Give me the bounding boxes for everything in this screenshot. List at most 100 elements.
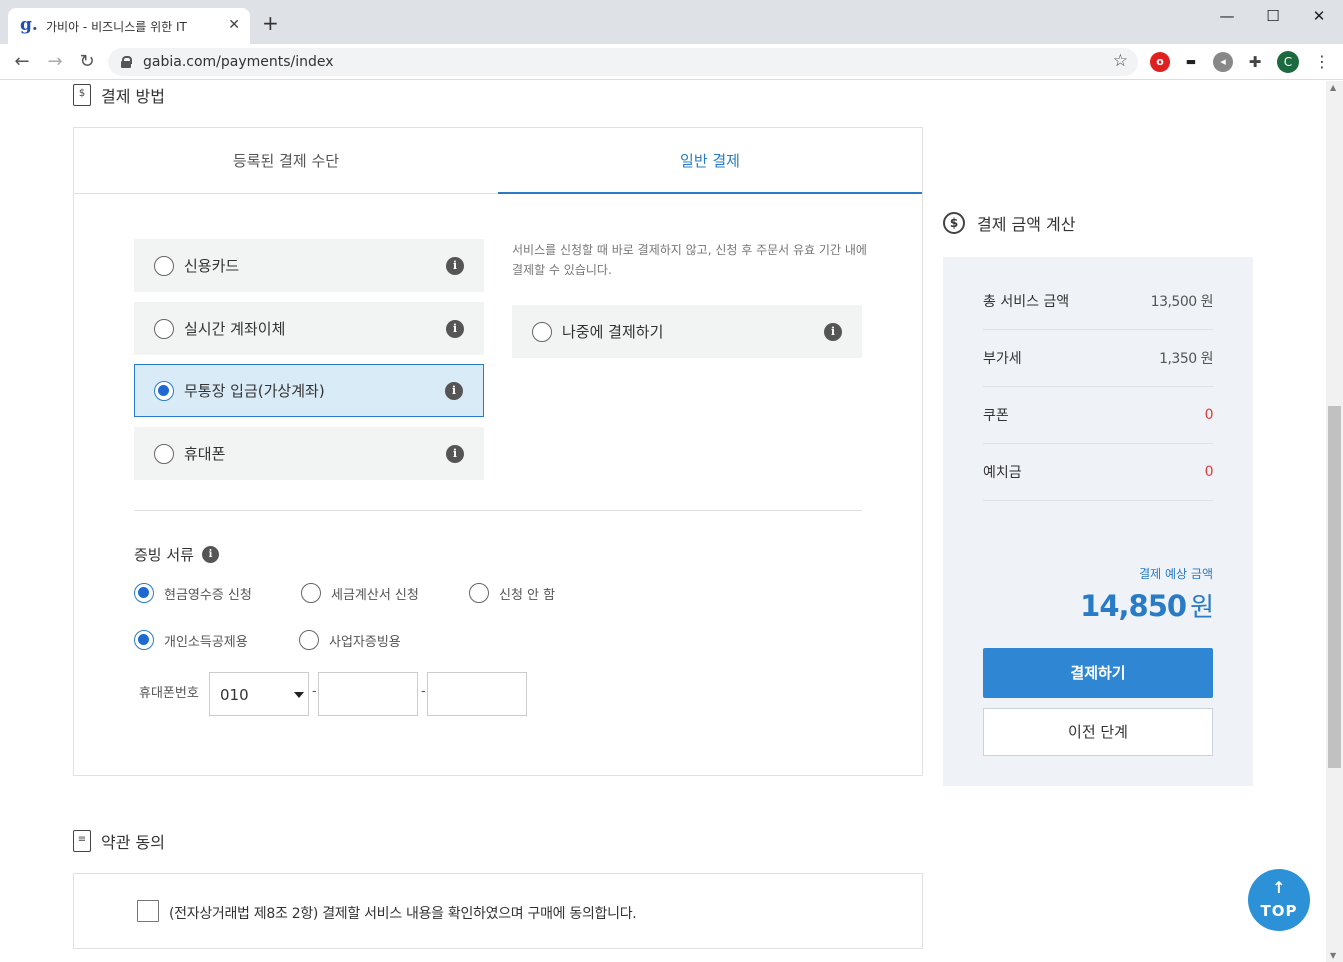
summary-value: 1,350 원	[1159, 351, 1213, 367]
radio-personal-deduction[interactable]	[134, 630, 154, 650]
option-label: 신청 안 함	[499, 587, 556, 603]
back-icon[interactable]: ←	[10, 50, 34, 74]
share-extension-icon[interactable]: ◂	[1213, 52, 1233, 72]
phone-number-label: 휴대폰번호	[139, 686, 199, 701]
tab-close-icon[interactable]: ✕	[228, 17, 240, 33]
summary-row-coupon: 쿠폰 0	[983, 387, 1214, 444]
summary-row-deposit: 예치금 0	[983, 444, 1214, 501]
forward-icon[interactable]: →	[43, 50, 67, 74]
option-personal-deduction[interactable]: 개인소득공제용	[134, 630, 248, 650]
radio-business-proof[interactable]	[299, 630, 319, 650]
summary-value: 0	[1204, 464, 1214, 480]
info-icon[interactable]: i	[824, 323, 842, 341]
radio-tax-invoice[interactable]	[301, 583, 321, 603]
summary-heading: $ 결제 금액 계산	[943, 211, 1076, 235]
lock-icon	[121, 56, 132, 68]
option-cash-receipt[interactable]: 현금영수증 신청	[134, 583, 252, 603]
bookmark-star-icon[interactable]: ☆	[1113, 51, 1128, 71]
agree-checkbox[interactable]	[137, 900, 159, 922]
gabia-favicon-icon: g.	[20, 15, 38, 35]
incognito-extension-icon[interactable]: ▬	[1181, 52, 1201, 72]
summary-label: 예치금	[983, 465, 1022, 481]
method-virtual-account[interactable]: 무통장 입금(가상계좌) i	[134, 364, 484, 417]
method-realtime-transfer[interactable]: 실시간 계좌이체 i	[134, 302, 484, 355]
summary-label: 부가세	[983, 351, 1022, 367]
option-no-request[interactable]: 신청 안 함	[469, 583, 555, 603]
previous-step-button[interactable]: 이전 단계	[983, 708, 1213, 756]
radio-virtual-account[interactable]	[154, 380, 174, 401]
radio-realtime-transfer[interactable]	[154, 318, 174, 339]
phone-dash: -	[312, 684, 317, 699]
browser-tab[interactable]: g. 가비아 - 비즈니스를 위한 IT ✕	[8, 8, 250, 44]
payment-method-panel: 등록된 결제 수단 일반 결제 신용카드 i 실시간 계좌이체 i 무통장 입금…	[73, 127, 923, 776]
agree-text[interactable]: (전자상거래법 제8조 2항) 결제할 서비스 내용을 확인하였으며 구매에 동…	[169, 903, 637, 923]
reload-icon[interactable]: ↻	[75, 50, 99, 74]
pay-button[interactable]: 결제하기	[983, 648, 1213, 698]
document-icon: ≡	[73, 830, 91, 852]
tab-registered-payment[interactable]: 등록된 결제 수단	[74, 128, 498, 194]
summary-value: 13,500 원	[1150, 294, 1214, 310]
radio-pay-later[interactable]	[532, 321, 552, 342]
radio-mobile[interactable]	[154, 443, 174, 464]
evidence-title: 증빙 서류	[134, 546, 194, 564]
evidence-heading: 증빙 서류 i	[134, 544, 219, 565]
minimize-icon[interactable]: —	[1204, 4, 1250, 28]
method-label: 휴대폰	[184, 445, 226, 463]
info-icon[interactable]: i	[201, 546, 219, 563]
payment-method-title: 결제 방법	[101, 87, 165, 106]
payment-tabs: 등록된 결제 수단 일반 결제	[74, 128, 922, 194]
extensions-puzzle-icon[interactable]: ✚	[1245, 52, 1265, 72]
summary-row-vat: 부가세 1,350 원	[983, 330, 1213, 387]
info-icon[interactable]: i	[446, 320, 464, 338]
browser-menu-icon[interactable]: ⋮	[1314, 52, 1330, 71]
phone-prefix-select[interactable]: 010	[209, 672, 309, 716]
payment-method-heading: $ 결제 방법	[73, 83, 165, 107]
method-credit-card[interactable]: 신용카드 i	[134, 239, 484, 292]
info-icon[interactable]: i	[446, 257, 464, 275]
page-scrollbar[interactable]: ▲ ▼	[1326, 81, 1343, 962]
method-mobile[interactable]: 휴대폰 i	[134, 427, 484, 480]
phone-middle-input[interactable]	[318, 672, 418, 716]
tab-general-payment[interactable]: 일반 결제	[498, 128, 922, 194]
phone-dash: -	[421, 684, 426, 699]
method-label: 나중에 결제하기	[562, 323, 664, 341]
estimate-unit: 원	[1190, 593, 1214, 623]
option-label: 세금계산서 신청	[331, 587, 419, 603]
radio-no-request[interactable]	[469, 583, 489, 603]
terms-box: (전자상거래법 제8조 2항) 결제할 서비스 내용을 확인하였으며 구매에 동…	[73, 873, 923, 949]
estimate-number: 14,850	[1080, 589, 1187, 623]
scroll-up-arrow-icon[interactable]: ▲	[1330, 83, 1336, 92]
terms-heading: ≡ 약관 동의	[73, 829, 165, 853]
option-label: 사업자증빙용	[329, 634, 401, 650]
phone-last-input[interactable]	[427, 672, 527, 716]
adblock-extension-icon[interactable]: o	[1150, 52, 1170, 72]
option-tax-invoice[interactable]: 세금계산서 신청	[301, 583, 419, 603]
scroll-down-arrow-icon[interactable]: ▼	[1330, 951, 1336, 960]
pay-later-description: 서비스를 신청할 때 바로 결제하지 않고, 신청 후 주문서 유효 기간 내에…	[512, 243, 867, 277]
method-label: 신용카드	[184, 257, 240, 275]
info-icon[interactable]: i	[446, 445, 464, 463]
url-text: gabia.com/payments/index	[143, 54, 334, 70]
scroll-top-button[interactable]: ↑ TOP	[1248, 869, 1310, 931]
address-bar[interactable]: gabia.com/payments/index ☆	[108, 48, 1138, 76]
estimate-label: 결제 예상 금액	[1139, 567, 1213, 581]
radio-credit-card[interactable]	[154, 255, 174, 276]
profile-avatar[interactable]: C	[1277, 51, 1299, 73]
top-label: TOP	[1260, 902, 1298, 920]
new-tab-icon[interactable]: +	[262, 13, 279, 33]
divider	[134, 510, 862, 511]
method-label: 실시간 계좌이체	[184, 320, 286, 338]
browser-tabstrip: g. 가비아 - 비즈니스를 위한 IT ✕ + — ☐ ✕	[0, 0, 1343, 44]
close-window-icon[interactable]: ✕	[1296, 4, 1342, 28]
summary-box: 총 서비스 금액 13,500 원 부가세 1,350 원 쿠폰 0 예치금 0…	[943, 257, 1253, 786]
summary-label: 총 서비스 금액	[983, 294, 1070, 310]
maximize-icon[interactable]: ☐	[1250, 4, 1296, 28]
method-label: 무통장 입금(가상계좌)	[184, 382, 325, 400]
scrollbar-thumb[interactable]	[1328, 406, 1341, 768]
summary-row-total: 총 서비스 금액 13,500 원	[983, 273, 1214, 330]
radio-cash-receipt[interactable]	[134, 583, 154, 603]
option-business-proof[interactable]: 사업자증빙용	[299, 630, 401, 650]
summary-title: 결제 금액 계산	[977, 215, 1076, 234]
method-pay-later[interactable]: 나중에 결제하기 i	[512, 305, 862, 358]
info-icon[interactable]: i	[445, 382, 463, 400]
